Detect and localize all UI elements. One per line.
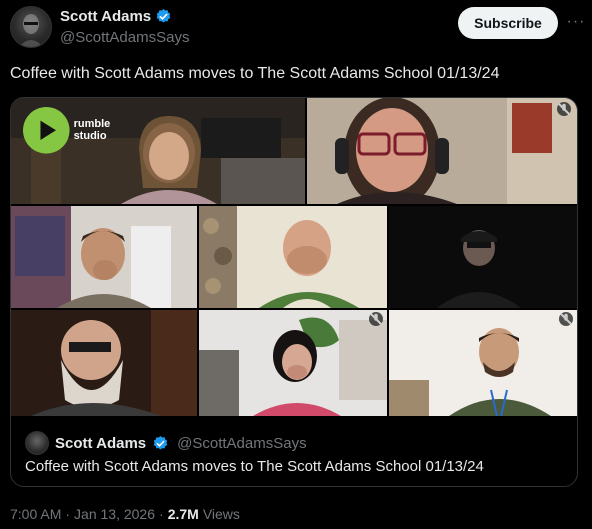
author-handle[interactable]: @ScottAdamsSays <box>60 29 189 46</box>
mic-muted-icon <box>369 312 383 326</box>
author-display-name[interactable]: Scott Adams <box>60 8 151 25</box>
quoted-author-avatar <box>25 431 49 455</box>
verified-badge-icon <box>152 435 169 452</box>
quoted-post-text: Coffee with Scott Adams moves to The Sco… <box>25 458 484 475</box>
quoted-author-name: Scott Adams <box>55 434 147 452</box>
rumble-brand-label: rumble studio <box>73 118 111 143</box>
participant-man-bald-tile <box>199 206 387 308</box>
rumble-studio-logo: rumble studio <box>23 107 112 154</box>
mic-muted-icon <box>557 102 571 116</box>
meta-separator: · <box>65 506 71 522</box>
video-grid-image[interactable]: rumble studio <box>11 98 577 416</box>
participant-woman-kitchen-tile: rumble studio <box>11 98 305 204</box>
participant-man-hand-face-tile <box>11 206 197 308</box>
participant-man-beard-sunglasses-tile <box>11 310 197 416</box>
subscribe-button[interactable]: Subscribe <box>458 7 558 39</box>
post-text: Coffee with Scott Adams moves to The Sco… <box>10 65 500 82</box>
participant-woman-glasses-headphones-tile <box>307 98 577 204</box>
quoted-author-handle: @ScottAdamsSays <box>177 434 307 452</box>
participant-man-dark-cap-tile <box>389 206 577 308</box>
more-options-icon[interactable]: ··· <box>562 10 590 34</box>
rumble-play-icon <box>23 107 70 154</box>
post-header: Scott Adams @ScottAdamsSays Subscribe ··… <box>10 6 592 50</box>
post-time[interactable]: 7:00 AM <box>10 506 61 522</box>
mic-muted-icon <box>559 312 573 326</box>
meta-separator: · <box>159 506 164 522</box>
author-name-row: Scott Adams <box>60 8 172 25</box>
verified-badge-icon <box>155 8 172 25</box>
author-avatar[interactable] <box>10 6 52 48</box>
quoted-author-row: Scott Adams @ScottAdamsSays <box>25 431 307 455</box>
participant-man-lanyard-tile <box>389 310 577 416</box>
post-date[interactable]: Jan 13, 2026 <box>74 506 155 522</box>
views-count: 2.7M <box>167 506 199 522</box>
post-metadata: 7:00 AM · Jan 13, 2026 · 2.7M Views <box>10 506 240 522</box>
views-label: Views <box>202 506 240 522</box>
participant-woman-hand-face-tile <box>199 310 387 416</box>
quoted-post-card[interactable]: rumble studio Scott Adams @ScottAdamsSay… <box>10 97 578 487</box>
